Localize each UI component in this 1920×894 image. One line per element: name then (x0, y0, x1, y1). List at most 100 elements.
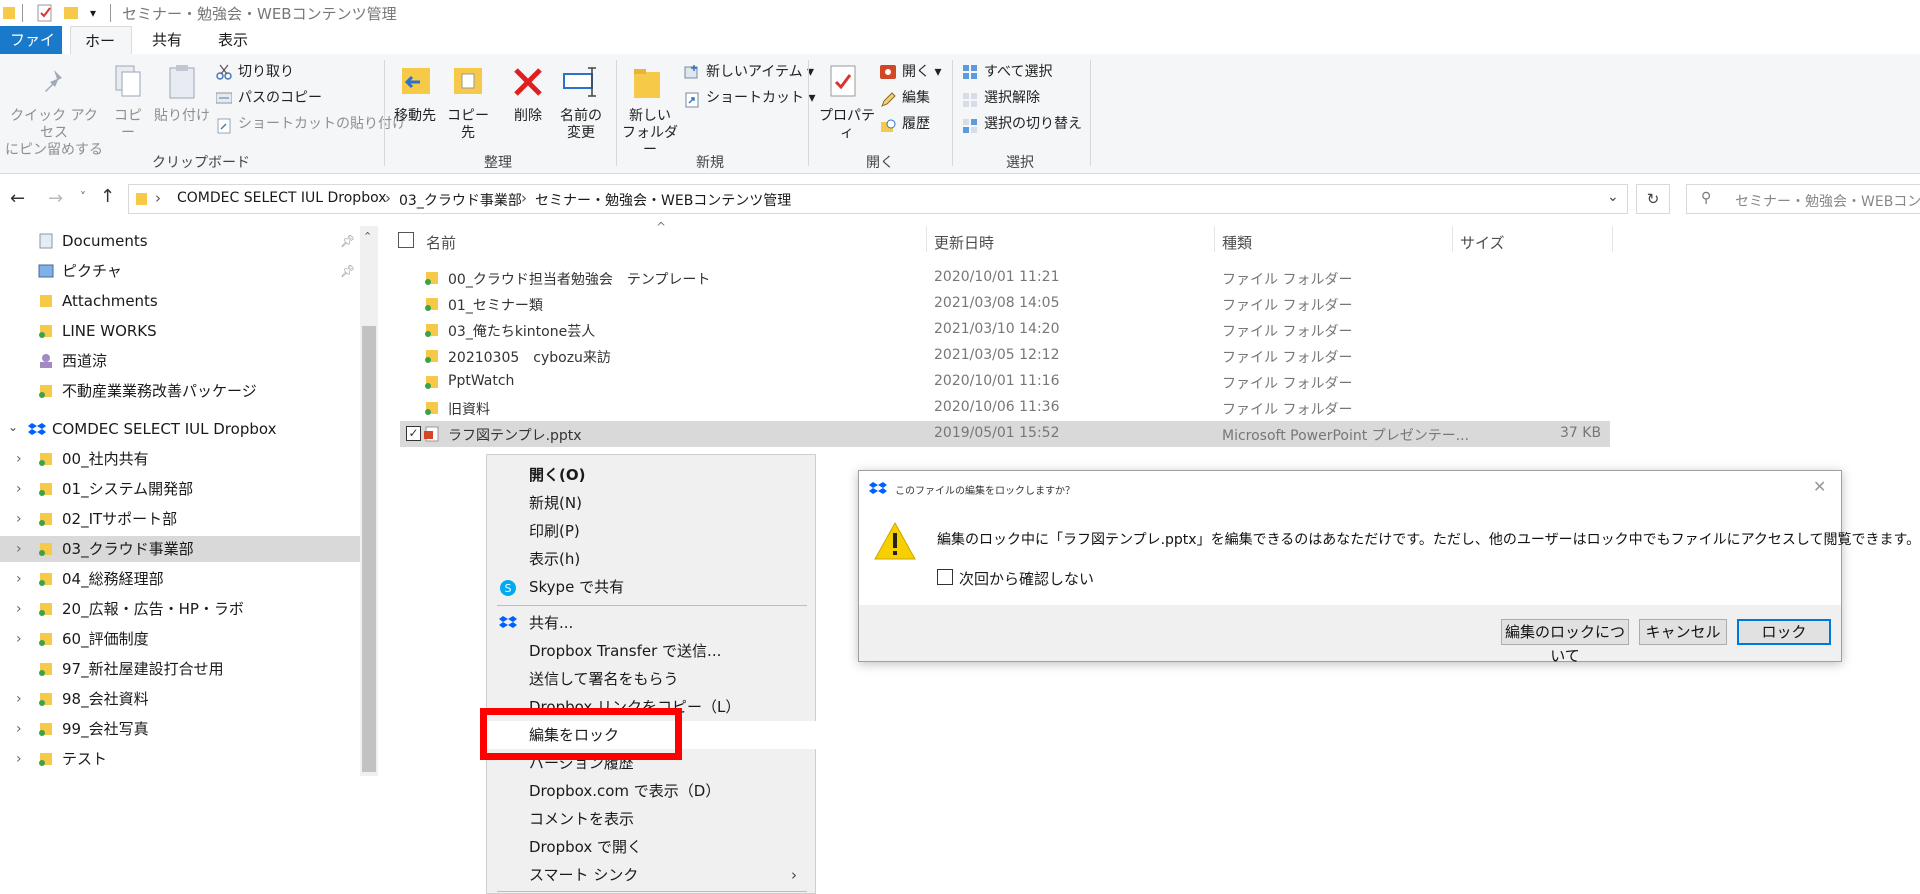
table-row[interactable]: PptWatch 2020/10/01 11:16 ファイル フォルダー (400, 369, 1610, 395)
menu-item-skype[interactable]: S Skype で共有 (487, 573, 817, 601)
chevron-right-icon[interactable]: › (16, 536, 22, 562)
chevron-right-icon[interactable]: › (16, 506, 22, 532)
select-none-button[interactable]: 選択解除 (984, 90, 1040, 107)
sidebar-folder-item[interactable]: › 01_システム開発部 (0, 476, 360, 502)
copy-path-icon[interactable] (216, 92, 232, 104)
scroll-up-icon[interactable]: ⌃ (363, 230, 372, 243)
breadcrumb-item-current[interactable]: セミナー・勉強会・WEBコンテンツ管理 (535, 190, 791, 210)
paste-button[interactable]: 貼り付け (154, 108, 210, 125)
pin-quick-access-label[interactable]: クイック アクセス にピン留めする (4, 108, 104, 159)
customize-quick-access-icon[interactable]: ▾ (90, 6, 96, 20)
properties-button[interactable]: プロパティ (814, 108, 880, 142)
sidebar-folder-item[interactable]: › 03_クラウド事業部 (0, 536, 360, 562)
edit-icon[interactable] (880, 92, 896, 108)
dont-ask-checkbox[interactable] (937, 569, 953, 585)
invert-selection-icon[interactable] (962, 118, 978, 134)
pin-icon[interactable]: 📌︎ (340, 234, 355, 248)
scissors-icon[interactable] (216, 64, 232, 80)
table-row[interactable]: ✓ ラフ図テンプレ.pptx 2019/05/01 15:52 Microsoft P… (400, 421, 1610, 447)
menu-item-print[interactable]: 印刷(P) (487, 517, 817, 545)
column-header-date[interactable]: 更新日時 (934, 232, 994, 253)
chevron-right-icon[interactable]: › (16, 596, 22, 622)
menu-item-open[interactable]: 開く(O) (487, 461, 817, 489)
powerpoint-icon[interactable] (880, 64, 896, 80)
row-checkbox[interactable]: ✓ (406, 426, 421, 441)
shortcut-icon[interactable] (684, 92, 700, 108)
column-header-type[interactable]: 種類 (1222, 232, 1252, 253)
select-all-icon[interactable] (962, 64, 978, 80)
tab-view[interactable]: 表示 (204, 26, 262, 54)
chevron-right-icon[interactable]: › (16, 566, 22, 592)
properties-icon[interactable] (36, 4, 54, 22)
menu-item-new[interactable]: 新規(N) (487, 489, 817, 517)
column-header-name[interactable]: 名前 (426, 232, 456, 253)
breadcrumb-item-cloud[interactable]: 03_クラウド事業部 (399, 190, 522, 210)
select-all-button[interactable]: すべて選択 (984, 64, 1052, 81)
sidebar-folder-item[interactable]: › テスト (0, 746, 360, 772)
forward-arrow-icon[interactable]: → (48, 188, 63, 209)
pin-icon[interactable] (38, 66, 70, 98)
chevron-right-icon[interactable]: › (16, 476, 22, 502)
table-row[interactable]: 03_俺たちkintone芸人 2021/03/10 14:20 ファイル フォルダ… (400, 317, 1610, 343)
sidebar-folder-item[interactable]: 97_新社屋建設打合せ用 (0, 656, 360, 682)
history-icon[interactable] (880, 118, 896, 134)
close-icon[interactable]: ✕ (1813, 477, 1826, 496)
search-box[interactable]: ⚲ セミナー・勉強会・WEBコンテンツ (1686, 184, 1920, 214)
history-button[interactable]: 履歴 (902, 116, 930, 133)
dont-ask-label[interactable]: 次回から確認しない (959, 568, 1094, 589)
chevron-right-icon[interactable]: › (16, 716, 22, 742)
tab-file[interactable]: ファイル (0, 26, 62, 77)
pin-icon[interactable]: 📌︎ (340, 264, 355, 278)
paste-icon[interactable] (166, 64, 198, 100)
copy-path-button[interactable]: パスのコピー (238, 90, 322, 107)
paste-shortcut-icon[interactable] (216, 118, 232, 134)
scrollbar-thumb[interactable] (362, 326, 376, 772)
copy-icon[interactable] (112, 64, 144, 98)
copy-to-button[interactable]: コピー先 (442, 108, 494, 142)
table-row[interactable]: 旧資料 2020/10/06 11:36 ファイル フォルダー (400, 395, 1610, 421)
menu-item-show[interactable]: 表示(h) (487, 545, 817, 573)
menu-item-view-on-web[interactable]: Dropbox.com で表示（D） (487, 777, 817, 805)
menu-item-open-in-dropbox[interactable]: Dropbox で開く (487, 833, 817, 861)
sidebar-folder-item[interactable]: › 99_会社写真 (0, 716, 360, 742)
cancel-button[interactable]: キャンセル (1639, 619, 1727, 645)
rename-button[interactable]: 名前の 変更 (554, 108, 608, 142)
new-folder-button[interactable]: 新しい フォルダー (620, 108, 680, 159)
menu-item-sign[interactable]: 送信して署名をもらう (487, 665, 817, 693)
rename-icon[interactable] (562, 66, 598, 98)
copy-to-icon[interactable] (452, 64, 486, 100)
properties-icon[interactable] (828, 64, 860, 100)
select-all-checkbox[interactable] (398, 232, 414, 248)
menu-item-comments[interactable]: コメントを表示 (487, 805, 817, 833)
chevron-right-icon[interactable]: › (16, 626, 22, 652)
edit-button[interactable]: 編集 (902, 90, 930, 107)
menu-item-share[interactable]: 共有... (487, 609, 817, 637)
sidebar-folder-item[interactable]: › 20_広報・広告・HP・ラボ (0, 596, 360, 622)
move-to-icon[interactable] (400, 64, 434, 100)
cut-button[interactable]: 切り取り (238, 64, 294, 81)
select-none-icon[interactable] (962, 92, 978, 108)
new-item-icon[interactable] (684, 64, 700, 80)
chevron-down-icon[interactable]: ⌄ (8, 420, 18, 434)
menu-item-smart-sync[interactable]: スマート シンク › (487, 861, 817, 889)
sidebar-folder-item[interactable]: › 02_ITサポート部 (0, 506, 360, 532)
delete-button[interactable]: 削除 (508, 108, 548, 125)
chevron-down-icon[interactable]: ⌄ (1607, 189, 1619, 205)
table-row[interactable]: 00_クラウド担当者勉強会 テンプレート 2020/10/01 11:21 ファイル… (400, 265, 1610, 291)
sidebar-folder-item[interactable]: › 98_会社資料 (0, 686, 360, 712)
copy-button[interactable]: コピー (108, 108, 148, 142)
back-arrow-icon[interactable]: ← (10, 188, 25, 209)
open-button[interactable]: 開く ▾ (902, 64, 941, 81)
new-folder-icon[interactable] (632, 66, 664, 102)
column-header-size[interactable]: サイズ (1460, 232, 1505, 253)
sidebar-folder-item[interactable]: › 00_社内共有 (0, 446, 360, 472)
recent-locations-icon[interactable]: ˅ (80, 190, 86, 204)
lock-button[interactable]: ロック (1737, 619, 1831, 645)
move-to-button[interactable]: 移動先 (390, 108, 440, 125)
table-row[interactable]: 20210305 cybozu来訪 2021/03/05 12:12 ファイル フォ… (400, 343, 1610, 369)
about-lock-button[interactable]: 編集のロックについて (1501, 619, 1629, 665)
chevron-right-icon[interactable]: › (16, 746, 22, 772)
new-item-button[interactable]: 新しいアイテム ▾ (706, 64, 814, 81)
scrollbar[interactable]: ⌃ (360, 226, 378, 776)
address-bar[interactable]: › COMDEC SELECT IUL Dropbox › 03_クラウド事業部… (128, 184, 1628, 214)
